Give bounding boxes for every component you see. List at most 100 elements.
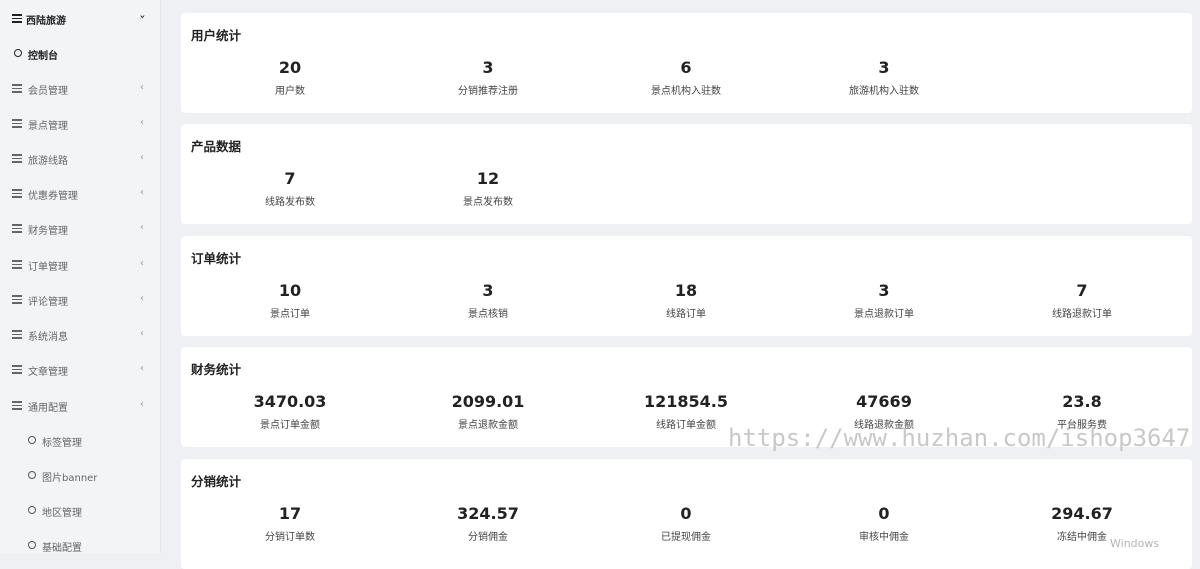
- chevron-left-icon: ‹: [140, 82, 144, 93]
- stat-scenic-count: 12 景点发布数: [388, 169, 588, 210]
- chevron-left-icon: ‹: [140, 293, 144, 304]
- circle-icon: [28, 436, 36, 444]
- circle-icon: [28, 541, 36, 549]
- stat-withdrawn-commission: 0 已提现佣金: [586, 504, 786, 545]
- stat-value: 17: [278, 504, 302, 523]
- sidebar-subitem-region-management[interactable]: 地区管理: [0, 499, 160, 523]
- windows-watermark: Windows: [1110, 537, 1160, 550]
- sidebar-item-scenic-management[interactable]: 景点管理 ‹: [0, 112, 160, 136]
- stat-label: 景点机构入驻数: [651, 86, 721, 97]
- stat-scenic-refund-orders: 3 景点退款订单: [784, 281, 984, 322]
- sidebar-item-label: 地区管理: [42, 508, 82, 519]
- sidebar-item-label: 文章管理: [28, 367, 68, 378]
- circle-icon: [28, 471, 36, 479]
- section-title: 财务统计: [191, 362, 242, 377]
- chevron-left-icon: ‹: [140, 258, 144, 269]
- sidebar-item-label: 优惠券管理: [28, 191, 78, 202]
- stat-value: 7: [284, 169, 296, 188]
- sidebar-item-label: 评论管理: [28, 297, 68, 308]
- stat-value: 0: [680, 504, 692, 523]
- sidebar-item-finance-management[interactable]: 财务管理 ‹: [0, 217, 160, 241]
- list-icon: [12, 224, 22, 233]
- sidebar-item-label: 通用配置: [28, 403, 68, 414]
- product-data-panel: 产品数据 7 线路发布数 12 景点发布数: [181, 124, 1192, 224]
- stat-value: 3: [878, 281, 890, 300]
- sidebar-item-review-management[interactable]: 评论管理 ‹: [0, 288, 160, 312]
- chevron-left-icon: ‹: [140, 152, 144, 163]
- sidebar-item-label: 旅游线路: [28, 156, 68, 167]
- list-icon: [12, 295, 22, 304]
- section-title: 分销统计: [191, 474, 242, 489]
- stat-label: 线路退款订单: [1052, 309, 1112, 320]
- section-title: 订单统计: [191, 251, 242, 266]
- sidebar-item-label: 订单管理: [28, 262, 68, 273]
- stat-label: 景点退款金额: [458, 420, 518, 431]
- sidebar-item-label: 标签管理: [42, 438, 82, 449]
- stat-distribution-referral: 3 分销推荐注册: [388, 58, 588, 99]
- stat-scenic-verified: 3 景点核销: [388, 281, 588, 322]
- stat-value: 2099.01: [451, 392, 525, 411]
- list-icon: [12, 401, 22, 410]
- stat-label: 景点核销: [468, 309, 508, 320]
- list-icon: [12, 84, 22, 93]
- sidebar-item-coupon-management[interactable]: 优惠券管理 ‹: [0, 182, 160, 206]
- stat-route-refund-orders: 7 线路退款订单: [982, 281, 1182, 322]
- chevron-left-icon: ‹: [140, 399, 144, 410]
- list-icon: [12, 14, 22, 23]
- sidebar: 西陆旅游 › 控制台 会员管理 ‹ 景点管理 ‹ 旅游线路 ‹ 优惠券管理 ‹ …: [0, 0, 161, 554]
- stat-value: 294.67: [1051, 504, 1113, 523]
- stat-value: 0: [878, 504, 890, 523]
- sidebar-subitem-tag-management[interactable]: 标签管理: [0, 429, 160, 453]
- chevron-left-icon: ‹: [140, 222, 144, 233]
- chevron-left-icon: ‹: [140, 117, 144, 128]
- stat-value: 3: [482, 58, 494, 77]
- stat-label: 分销推荐注册: [458, 86, 518, 97]
- stat-label: 用户数: [275, 86, 305, 97]
- sidebar-subitem-image-banner[interactable]: 图片banner: [0, 464, 160, 488]
- stat-scenic-order-amount: 3470.03 景点订单金额: [190, 392, 390, 433]
- sidebar-item-general-config[interactable]: 通用配置 ‹: [0, 394, 160, 418]
- sidebar-item-order-management[interactable]: 订单管理 ‹: [0, 253, 160, 277]
- sidebar-item-label: 财务管理: [28, 226, 68, 237]
- stat-distribution-orders: 17 分销订单数: [190, 504, 390, 545]
- stat-value: 20: [278, 58, 302, 77]
- stat-label: 景点退款订单: [854, 309, 914, 320]
- sidebar-item-travel-routes[interactable]: 旅游线路 ‹: [0, 147, 160, 171]
- stat-route-count: 7 线路发布数: [190, 169, 390, 210]
- list-icon: [12, 330, 22, 339]
- sidebar-header-xilu-travel[interactable]: 西陆旅游 ›: [0, 7, 160, 31]
- stat-value: 6: [680, 58, 692, 77]
- stat-value: 3: [878, 58, 890, 77]
- section-title: 用户统计: [191, 28, 242, 43]
- list-icon: [12, 119, 22, 128]
- section-title: 产品数据: [191, 139, 242, 154]
- sidebar-subitem-basic-config[interactable]: 基础配置: [0, 534, 160, 558]
- sidebar-item-member-management[interactable]: 会员管理 ‹: [0, 77, 160, 101]
- stat-label: 景点订单: [270, 309, 310, 320]
- sidebar-item-label: 控制台: [28, 51, 58, 62]
- order-stats-panel: 订单统计 10 景点订单 3 景点核销 18 线路订单 3 景点退款订单 7 线…: [181, 236, 1192, 336]
- stat-label: 景点订单金额: [260, 420, 320, 431]
- circle-icon: [14, 49, 22, 57]
- sidebar-item-label: 景点管理: [28, 121, 68, 132]
- stat-value: 18: [674, 281, 698, 300]
- stat-value: 23.8: [1062, 392, 1102, 411]
- sidebar-item-label: 系统消息: [28, 332, 68, 343]
- stat-route-orders: 18 线路订单: [586, 281, 786, 322]
- stat-label: 景点发布数: [463, 197, 513, 208]
- chevron-left-icon: ‹: [140, 363, 144, 374]
- chevron-down-icon: ›: [136, 14, 148, 19]
- stat-value: 12: [476, 169, 500, 188]
- stat-distribution-commission: 324.57 分销佣金: [388, 504, 588, 545]
- stat-label: 分销佣金: [468, 532, 508, 543]
- stat-value: 47669: [856, 392, 912, 411]
- stat-scenic-refund-amount: 2099.01 景点退款金额: [388, 392, 588, 433]
- list-icon: [12, 154, 22, 163]
- stat-value: 3: [482, 281, 494, 300]
- sidebar-item-article-management[interactable]: 文章管理 ‹: [0, 358, 160, 382]
- stat-user-count: 20 用户数: [190, 58, 390, 99]
- sidebar-item-label: 会员管理: [28, 86, 68, 97]
- sidebar-item-dashboard[interactable]: 控制台: [0, 42, 160, 66]
- sidebar-item-system-messages[interactable]: 系统消息 ‹: [0, 323, 160, 347]
- stat-travel-agency-count: 3 旅游机构入驻数: [784, 58, 984, 99]
